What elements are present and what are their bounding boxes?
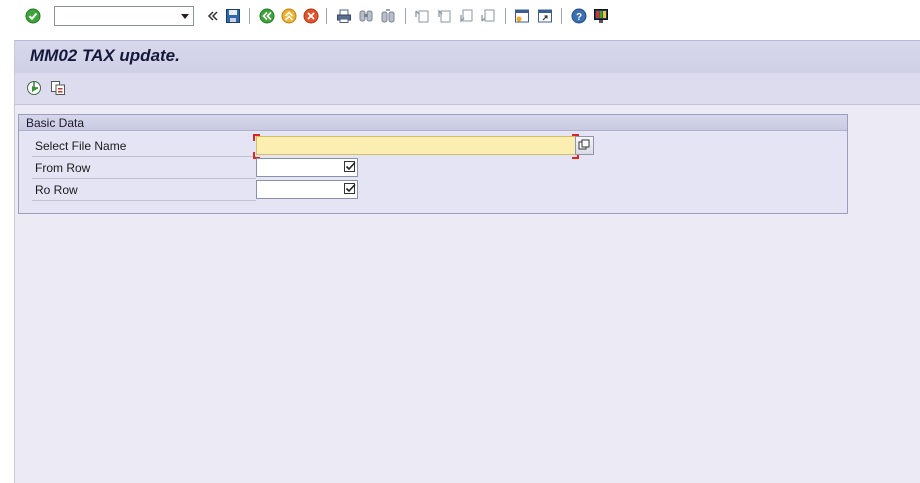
create-shortcut-icon[interactable]	[537, 8, 553, 24]
new-session-icon[interactable]	[514, 8, 530, 24]
toolbar-separator	[405, 8, 406, 24]
first-page-icon[interactable]	[414, 8, 430, 24]
enter-icon[interactable]	[25, 8, 41, 24]
find-icon[interactable]	[358, 8, 374, 24]
page-title: MM02 TAX update.	[30, 46, 180, 65]
required-marker	[253, 134, 260, 141]
command-input[interactable]	[57, 8, 175, 24]
toolbar-separator	[326, 8, 327, 24]
group-title: Basic Data	[26, 116, 85, 130]
application-toolbar	[15, 73, 920, 105]
file-name-input[interactable]	[256, 136, 576, 155]
toolbar-separator	[561, 8, 562, 24]
file-browse-button[interactable]	[575, 136, 594, 155]
basic-data-group: Basic Data Select File Name From Row Ro …	[18, 114, 848, 214]
previous-page-icon[interactable]	[436, 8, 452, 24]
form-row: Ro Row	[32, 179, 256, 201]
next-page-icon[interactable]	[458, 8, 474, 24]
title-bar: MM02 TAX update.	[15, 40, 920, 73]
print-icon[interactable]	[336, 8, 352, 24]
command-field[interactable]	[54, 6, 194, 26]
toolbar-separator	[505, 8, 506, 24]
command-dropdown-icon[interactable]	[181, 14, 189, 19]
ro-row-label: Ro Row	[35, 183, 78, 197]
back-icon[interactable]	[259, 8, 275, 24]
get-variant-icon[interactable]	[50, 80, 66, 96]
exit-icon[interactable]	[281, 8, 297, 24]
from-row-label: From Row	[35, 161, 91, 175]
customize-layout-icon[interactable]	[593, 8, 609, 24]
find-next-icon[interactable]	[380, 8, 396, 24]
help-icon[interactable]: ?	[571, 8, 587, 24]
execute-icon[interactable]	[26, 80, 42, 96]
group-header: Basic Data	[19, 115, 847, 131]
form-row: Select File Name	[32, 135, 256, 157]
ro-row-check-icon[interactable]	[343, 182, 357, 196]
select-file-name-label: Select File Name	[35, 139, 127, 153]
value-help-icon	[578, 139, 590, 150]
svg-text:?: ?	[576, 12, 582, 23]
toolbar-separator	[249, 8, 250, 24]
save-icon[interactable]	[225, 8, 241, 24]
from-row-check-icon[interactable]	[343, 160, 357, 174]
cancel-icon[interactable]	[303, 8, 319, 24]
last-page-icon[interactable]	[480, 8, 496, 24]
collapse-icon[interactable]	[204, 8, 220, 24]
form-row: From Row	[32, 157, 256, 179]
main-area: MM02 TAX update. Basic Data Select File …	[14, 40, 920, 483]
system-toolbar: ?	[0, 0, 920, 33]
